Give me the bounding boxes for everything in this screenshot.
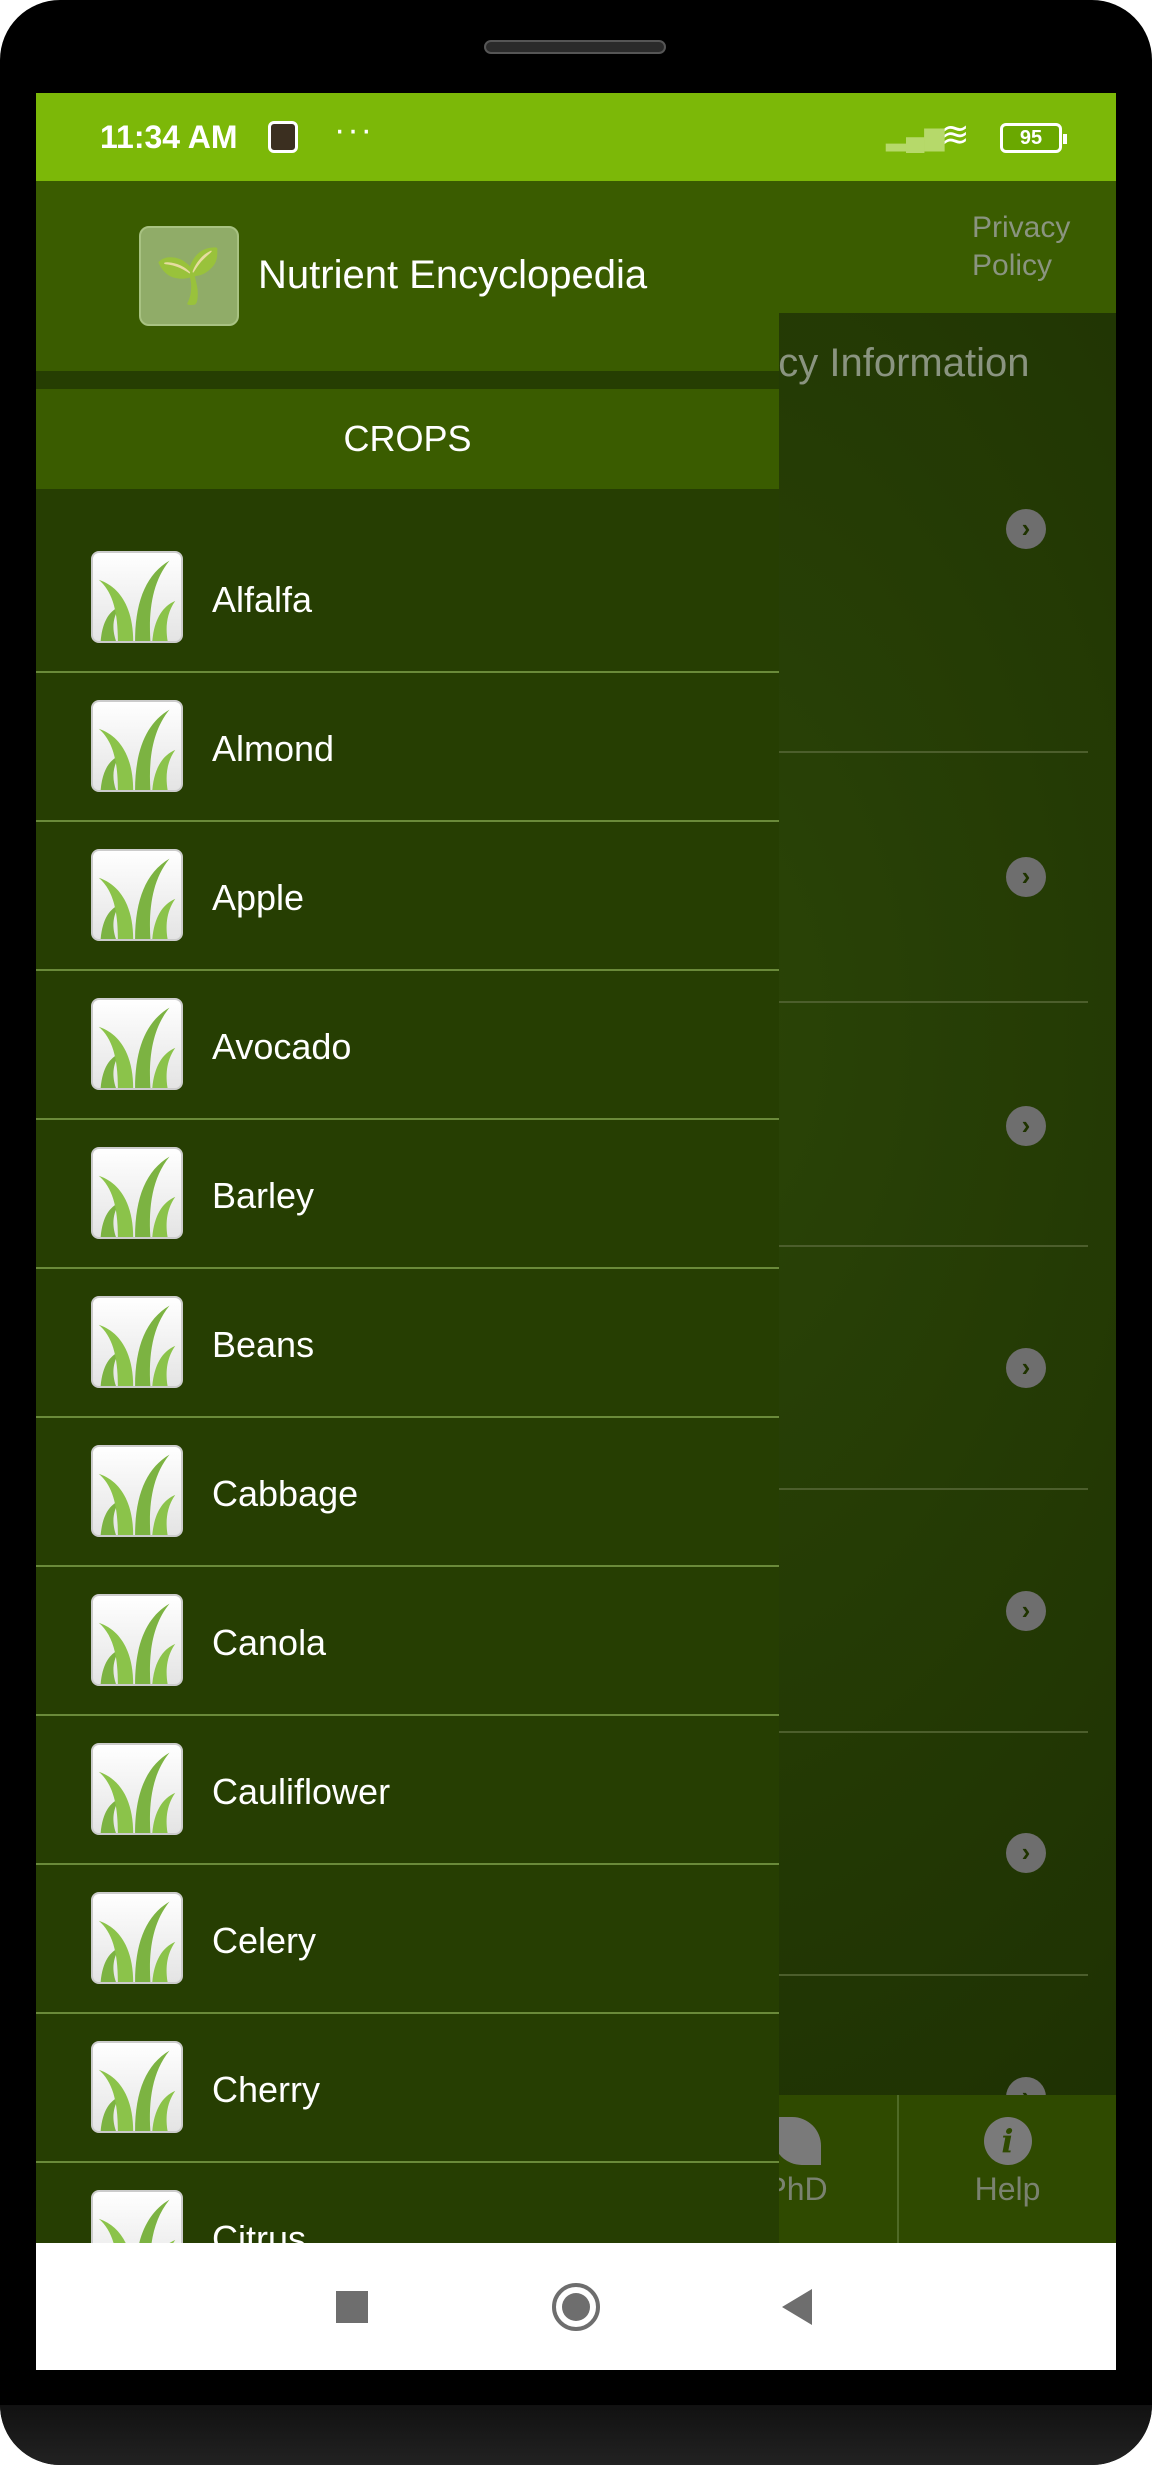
crop-label: Cauliflower [212,1771,391,1812]
status-bar: 11:34 AM ··· ▂▄▆ ≋ 95 [36,93,1116,181]
grass-icon [91,2190,183,2243]
crop-item-cabbage[interactable]: Cabbage [36,1418,779,1567]
chevron-right-icon: › [1006,857,1046,897]
crop-item-avocado[interactable]: Avocado [36,971,779,1120]
chevron-right-icon: › [1006,1106,1046,1146]
status-time: 11:34 AM [100,119,238,155]
chevron-right-icon: › [1006,509,1046,549]
recents-button[interactable] [336,2291,368,2323]
crop-item-beans[interactable]: Beans [36,1269,779,1418]
crop-item-almond[interactable]: Almond [36,673,779,822]
chevron-right-icon: › [1006,1348,1046,1388]
grass-icon [91,1743,183,1835]
grass-icon [91,700,183,792]
signal-icon: ▂▄▆ [886,121,945,151]
crop-label: Beans [212,1324,315,1365]
drawer-header: 🌱 Nutrient Encyclopedia [36,181,779,371]
battery-icon: 95 [1000,123,1067,153]
plant-in-hand-logo-icon: 🌱 [139,226,239,326]
crop-item-apple[interactable]: Apple [36,822,779,971]
tab-help[interactable]: i Help [899,2095,1116,2243]
wifi-icon: ≋ [941,116,970,154]
crops-section-header: CROPS [36,389,779,489]
screen: 11:34 AM ··· ▂▄▆ ≋ 95 Privacy Policy ncy… [36,93,1116,2370]
tab-help-label: Help [974,2171,1041,2207]
crop-item-cherry[interactable]: Cherry [36,2014,779,2163]
crop-label: Cherry [212,2069,321,2110]
crop-label: Canola [212,1622,327,1663]
system-navigation-bar [36,2243,1116,2370]
crop-label: Alfalfa [212,579,313,620]
navigation-drawer: 🌱 Nutrient Encyclopedia CROPS Alfalfa Alm… [36,181,779,2243]
crop-item-celery[interactable]: Celery [36,1865,779,2014]
grass-icon [91,849,183,941]
crop-label: Almond [212,728,335,769]
chevron-right-icon: › [1006,1833,1046,1873]
back-button[interactable] [782,2289,812,2325]
crop-item-cauliflower[interactable]: Cauliflower [36,1716,779,1865]
more-notifications-icon: ··· [334,111,374,149]
grass-icon [91,551,183,643]
app-title: Nutrient Encyclopedia [258,253,648,297]
leaf-icon [772,2117,821,2165]
phone-chin [0,2405,1152,2465]
notification-app-icon [268,121,298,153]
info-icon: i [983,2117,1032,2165]
grass-icon [91,1147,183,1239]
grass-icon [91,1445,183,1537]
phone-frame: 11:34 AM ··· ▂▄▆ ≋ 95 Privacy Policy ncy… [0,0,1152,2465]
grass-icon [91,998,183,1090]
crop-item-alfalfa[interactable]: Alfalfa [36,489,779,673]
grass-icon [91,1594,183,1686]
crop-label: Cabbage [212,1473,359,1514]
crop-item-barley[interactable]: Barley [36,1120,779,1269]
speaker-grille [484,40,666,54]
grass-icon [91,2041,183,2133]
grass-icon [91,1296,183,1388]
crop-list[interactable]: Alfalfa Almond Apple Avocado Barley Beans Cabb… [36,489,779,2243]
crop-label: Citrus [212,2218,307,2243]
crop-item-citrus[interactable]: Citrus [36,2163,779,2243]
crop-label: Barley [212,1175,315,1216]
crop-item-canola[interactable]: Canola [36,1567,779,1716]
crop-label: Apple [212,877,305,918]
privacy-policy-link[interactable]: Privacy Policy [972,209,1092,285]
crop-label: Avocado [212,1026,352,1067]
grass-icon [91,1892,183,1984]
crop-label: Celery [212,1920,317,1961]
home-button[interactable] [552,2283,600,2331]
chevron-right-icon: › [1006,1591,1046,1631]
